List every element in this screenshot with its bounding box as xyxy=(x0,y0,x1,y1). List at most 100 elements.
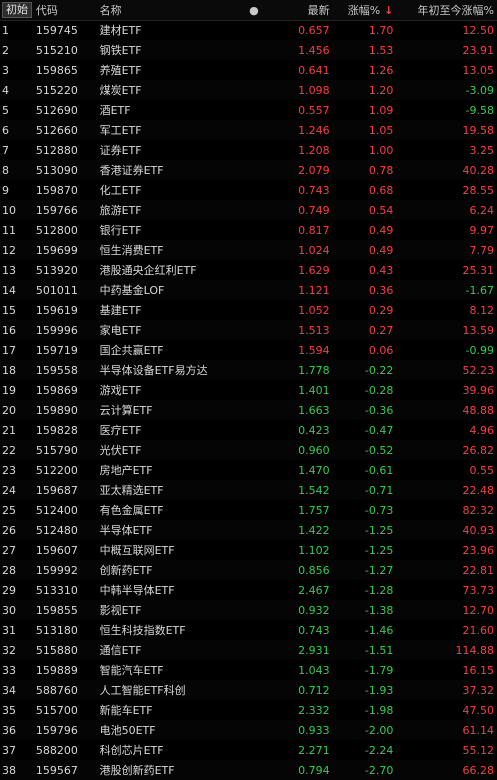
table-row[interactable]: 22 515790 光伏ETF 0.960 -0.52 26.82 xyxy=(0,440,497,460)
header-code[interactable]: 代码 xyxy=(36,2,100,18)
row-code: 159796 xyxy=(35,723,78,737)
header-ytd[interactable]: 年初至今涨幅% xyxy=(393,2,497,18)
row-index: 18 xyxy=(2,363,16,377)
row-change-pct: 0.54 xyxy=(368,203,394,217)
table-row[interactable]: 10 159766 旅游ETF 0.749 0.54 6.24 xyxy=(0,200,497,220)
table-row[interactable]: 18 159558 半导体设备ETF易方达 1.778 -0.22 52.23 xyxy=(0,360,497,380)
row-index: 32 xyxy=(2,643,16,657)
header-name[interactable]: 名称 xyxy=(100,2,235,18)
row-ytd-change: 37.32 xyxy=(462,683,494,697)
row-code: 159996 xyxy=(35,323,78,337)
table-row[interactable]: 37 588200 科创芯片ETF 2.271 -2.24 55.12 xyxy=(0,740,497,760)
table-row[interactable]: 1 159745 建材ETF 0.657 1.70 12.50 xyxy=(0,20,497,40)
table-row[interactable]: 5 512690 酒ETF 0.557 1.09 -9.58 xyxy=(0,100,497,120)
row-index: 28 xyxy=(2,563,16,577)
table-row[interactable]: 3 159865 养殖ETF 0.641 1.26 13.05 xyxy=(0,60,497,80)
row-name: 香港证券ETF xyxy=(99,164,164,177)
row-change-pct: 0.43 xyxy=(368,263,394,277)
row-index: 38 xyxy=(2,763,16,777)
table-row[interactable]: 4 515220 煤炭ETF 1.098 1.20 -3.09 xyxy=(0,80,497,100)
table-row[interactable]: 2 515210 钢铁ETF 1.456 1.53 23.91 xyxy=(0,40,497,60)
row-ytd-change: 114.88 xyxy=(455,643,494,657)
initial-badge-button[interactable]: 初始 xyxy=(2,2,32,18)
row-last-price: 1.778 xyxy=(298,363,330,377)
table-row[interactable]: 38 159567 港股创新药ETF 0.794 -2.70 66.28 xyxy=(0,760,497,780)
table-row[interactable]: 28 159992 创新药ETF 0.856 -1.27 22.81 xyxy=(0,560,497,580)
table-row[interactable]: 31 513180 恒生科技指数ETF 0.743 -1.46 21.60 xyxy=(0,620,497,640)
table-row[interactable]: 26 512480 半导体ETF 1.422 -1.25 40.93 xyxy=(0,520,497,540)
table-row[interactable]: 19 159869 游戏ETF 1.401 -0.28 39.96 xyxy=(0,380,497,400)
row-change-pct: 0.49 xyxy=(368,243,394,257)
row-ytd-change: 13.59 xyxy=(462,323,494,337)
row-code: 159719 xyxy=(35,343,78,357)
table-row[interactable]: 12 159699 恒生消费ETF 1.024 0.49 7.79 xyxy=(0,240,497,260)
row-change-pct: -2.70 xyxy=(364,763,394,777)
row-change-pct: -1.38 xyxy=(364,603,394,617)
row-name: 港股通央企红利ETF xyxy=(99,264,197,277)
table-row[interactable]: 34 588760 人工智能ETF科创 0.712 -1.93 37.32 xyxy=(0,680,497,700)
table-row[interactable]: 9 159870 化工ETF 0.743 0.68 28.55 xyxy=(0,180,497,200)
row-code: 159687 xyxy=(35,483,78,497)
table-row[interactable]: 16 159996 家电ETF 1.513 0.27 13.59 xyxy=(0,320,497,340)
row-name: 酒ETF xyxy=(99,104,131,117)
dot-icon[interactable]: ● xyxy=(235,4,273,17)
table-row[interactable]: 32 515880 通信ETF 2.931 -1.51 114.88 xyxy=(0,640,497,660)
table-row[interactable]: 21 159828 医疗ETF 0.423 -0.47 4.96 xyxy=(0,420,497,440)
row-ytd-change: 22.48 xyxy=(462,483,494,497)
row-ytd-change: 3.25 xyxy=(469,143,494,157)
row-code: 159855 xyxy=(35,603,78,617)
row-code: 515210 xyxy=(35,43,78,57)
row-change-pct: -0.47 xyxy=(364,423,394,437)
row-last-price: 1.121 xyxy=(298,283,330,297)
row-change-pct: -1.46 xyxy=(364,623,394,637)
row-ytd-change: 0.55 xyxy=(469,463,494,477)
row-code: 159619 xyxy=(35,303,78,317)
row-ytd-change: 82.32 xyxy=(462,503,494,517)
table-row[interactable]: 11 512800 银行ETF 0.817 0.49 9.97 xyxy=(0,220,497,240)
row-index: 24 xyxy=(2,483,16,497)
table-row[interactable]: 27 159607 中概互联网ETF 1.102 -1.25 23.96 xyxy=(0,540,497,560)
row-name: 房地产ETF xyxy=(99,464,153,477)
row-index: 35 xyxy=(2,703,16,717)
row-index: 14 xyxy=(2,283,16,297)
row-code: 588760 xyxy=(35,683,78,697)
row-last-price: 0.657 xyxy=(298,23,330,37)
table-row[interactable]: 23 512200 房地产ETF 1.470 -0.61 0.55 xyxy=(0,460,497,480)
row-last-price: 0.743 xyxy=(298,623,330,637)
row-last-price: 1.456 xyxy=(298,43,330,57)
row-last-price: 1.629 xyxy=(298,263,330,277)
row-ytd-change: 7.79 xyxy=(469,243,494,257)
table-row[interactable]: 36 159796 电池50ETF 0.933 -2.00 61.14 xyxy=(0,720,497,740)
row-name: 化工ETF xyxy=(99,184,142,197)
table-row[interactable]: 30 159855 影视ETF 0.932 -1.38 12.70 xyxy=(0,600,497,620)
row-name: 港股创新药ETF xyxy=(99,764,175,777)
table-row[interactable]: 13 513920 港股通央企红利ETF 1.629 0.43 25.31 xyxy=(0,260,497,280)
row-ytd-change: 40.28 xyxy=(462,163,494,177)
table-row[interactable]: 20 159890 云计算ETF 1.663 -0.36 48.88 xyxy=(0,400,497,420)
table-row[interactable]: 17 159719 国企共赢ETF 1.594 0.06 -0.99 xyxy=(0,340,497,360)
table-row[interactable]: 7 512880 证券ETF 1.208 1.00 3.25 xyxy=(0,140,497,160)
row-code: 513310 xyxy=(35,583,78,597)
row-last-price: 2.467 xyxy=(298,583,330,597)
table-row[interactable]: 35 515700 新能车ETF 2.332 -1.98 47.50 xyxy=(0,700,497,720)
table-row[interactable]: 24 159687 亚太精选ETF 1.542 -0.71 22.48 xyxy=(0,480,497,500)
row-change-pct: 0.36 xyxy=(368,283,394,297)
row-name: 养殖ETF xyxy=(99,64,142,77)
table-row[interactable]: 15 159619 基建ETF 1.052 0.29 8.12 xyxy=(0,300,497,320)
table-row[interactable]: 29 513310 中韩半导体ETF 2.467 -1.28 73.73 xyxy=(0,580,497,600)
row-index: 20 xyxy=(2,403,16,417)
header-last[interactable]: 最新 xyxy=(273,2,330,18)
table-row[interactable]: 25 512400 有色金属ETF 1.757 -0.73 82.32 xyxy=(0,500,497,520)
table-row[interactable]: 8 513090 香港证券ETF 2.079 0.78 40.28 xyxy=(0,160,497,180)
table-row[interactable]: 6 512660 军工ETF 1.246 1.05 19.58 xyxy=(0,120,497,140)
header-change[interactable]: 涨幅% ↓ xyxy=(330,2,394,18)
row-index: 8 xyxy=(2,163,9,177)
row-change-pct: -2.24 xyxy=(364,743,394,757)
row-name: 中韩半导体ETF xyxy=(99,584,175,597)
row-name: 新能车ETF xyxy=(99,704,153,717)
table-row[interactable]: 14 501011 中药基金LOF 1.121 0.36 -1.67 xyxy=(0,280,497,300)
row-last-price: 1.208 xyxy=(298,143,330,157)
row-code: 159699 xyxy=(35,243,78,257)
row-last-price: 1.401 xyxy=(298,383,330,397)
table-row[interactable]: 33 159889 智能汽车ETF 1.043 -1.79 16.15 xyxy=(0,660,497,680)
